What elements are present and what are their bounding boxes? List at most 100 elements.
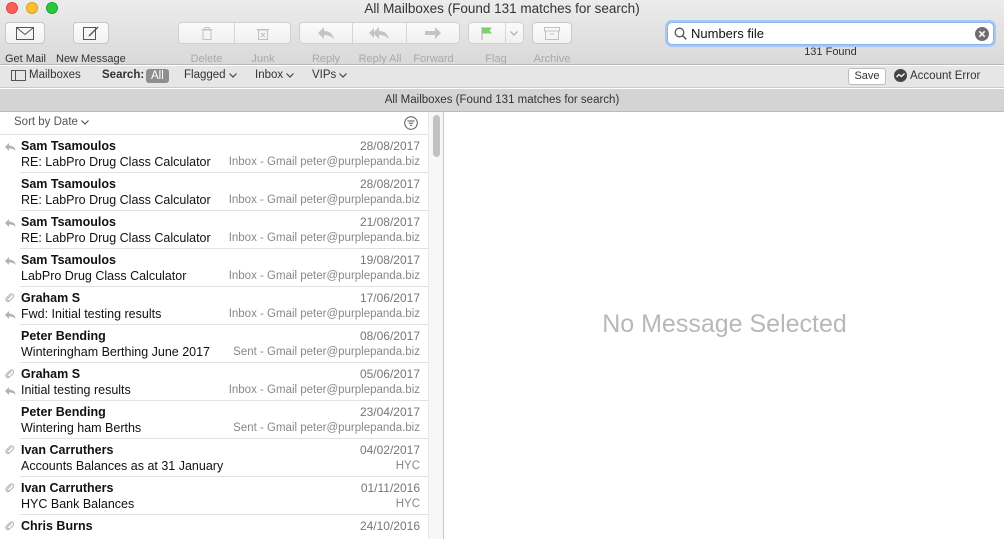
sort-label: Sort by Date bbox=[14, 116, 78, 128]
account-error-button[interactable]: Account Error bbox=[894, 69, 980, 82]
new-message-icon-button[interactable] bbox=[73, 22, 110, 44]
message-row[interactable]: Graham S 05/06/2017 Initial testing result… bbox=[0, 363, 428, 401]
message-list: Sort by Date Sam Tsamoulos 28/08/2017 RE: … bbox=[0, 112, 444, 539]
message-subject: RE: LabPro Drug Class Calculator bbox=[21, 155, 211, 169]
delete-button[interactable] bbox=[179, 23, 235, 43]
message-sender: Peter Bending bbox=[21, 329, 106, 343]
flag-icon bbox=[481, 26, 492, 40]
trash-icon bbox=[201, 26, 212, 40]
replied-icon bbox=[5, 254, 16, 268]
message-subject: HYC Bank Balances bbox=[21, 497, 135, 511]
mailboxes-button[interactable]: Mailboxes bbox=[11, 69, 81, 81]
message-list-scrollbar[interactable] bbox=[428, 112, 443, 539]
archive-icon-button[interactable] bbox=[532, 22, 572, 44]
delete-label: Delete bbox=[190, 53, 223, 65]
flag-button[interactable] bbox=[469, 23, 506, 43]
filter-icon[interactable] bbox=[404, 116, 418, 130]
sort-by-date-button[interactable]: Sort by Date bbox=[14, 116, 90, 128]
scope-vips-button[interactable]: VIPs bbox=[312, 69, 348, 81]
message-row[interactable]: Sam Tsamoulos 28/08/2017 RE: LabPro Drug C… bbox=[0, 173, 428, 211]
attachment-icon bbox=[5, 368, 15, 382]
chevron-down-icon bbox=[228, 72, 237, 78]
message-date: 23/04/2017 bbox=[359, 405, 420, 419]
scope-all-button[interactable]: All bbox=[146, 69, 169, 83]
new-message-label: New Message bbox=[56, 53, 126, 65]
message-date: 08/06/2017 bbox=[359, 329, 420, 343]
message-date: 05/06/2017 bbox=[359, 367, 420, 381]
envelope-icon bbox=[16, 26, 35, 40]
search-icon bbox=[674, 27, 687, 40]
message-subject: RE: LabPro Drug Class Calculator bbox=[21, 193, 211, 207]
message-row[interactable]: Sam Tsamoulos 19/08/2017 LabPro Drug Class… bbox=[0, 249, 428, 287]
message-subject: Winteringham Berthing June 2017 bbox=[21, 345, 211, 359]
message-sender: Chris Burns bbox=[21, 519, 93, 533]
message-row[interactable]: Sam Tsamoulos 21/08/2017 RE: LabPro Drug C… bbox=[0, 211, 428, 249]
no-message-selected: No Message Selected bbox=[602, 310, 847, 338]
scope-inbox-label: Inbox bbox=[255, 69, 284, 81]
clear-search-icon[interactable] bbox=[975, 26, 989, 41]
get-mail-button[interactable]: Get Mail bbox=[5, 22, 46, 65]
message-sender: Sam Tsamoulos bbox=[21, 139, 116, 153]
message-sender: Sam Tsamoulos bbox=[21, 177, 116, 191]
message-mailbox: Sent - Gmail peter@purplepanda.biz bbox=[233, 422, 420, 434]
message-subject: Accounts Balances as at 31 January bbox=[21, 459, 224, 473]
replied-icon bbox=[5, 384, 16, 398]
reply-all-label: Reply All bbox=[358, 53, 402, 65]
scope-inbox-button[interactable]: Inbox bbox=[255, 69, 295, 81]
reply-button[interactable] bbox=[300, 23, 354, 43]
forward-button[interactable] bbox=[407, 23, 459, 43]
flag-menu-button[interactable] bbox=[506, 23, 523, 43]
search-scope-label: Search: bbox=[102, 69, 144, 81]
replied-icon bbox=[5, 140, 16, 154]
attachment-icon bbox=[5, 482, 15, 496]
favorites-bar: Mailboxes Search: All Flagged Inbox VIPs… bbox=[0, 66, 1004, 88]
search-scope-text: Search: bbox=[102, 69, 145, 81]
message-date: 17/06/2017 bbox=[359, 291, 420, 305]
message-mailbox: Inbox - Gmail peter@purplepanda.biz bbox=[228, 384, 420, 396]
reply-all-button[interactable] bbox=[353, 23, 407, 43]
message-sender: Peter Bending bbox=[21, 405, 106, 419]
message-mailbox: Inbox - Gmail peter@purplepanda.biz bbox=[228, 232, 420, 244]
reply-all-arrow-icon bbox=[369, 27, 390, 39]
junk-button[interactable] bbox=[235, 23, 290, 43]
reply-arrow-icon bbox=[318, 27, 335, 39]
archive-button[interactable]: Archive bbox=[532, 22, 572, 65]
message-row[interactable]: Graham S 17/06/2017 Fwd: Initial testing r… bbox=[0, 287, 428, 325]
replied-icon bbox=[5, 216, 16, 230]
message-date: 04/02/2017 bbox=[359, 443, 420, 457]
window-title: All Mailboxes (Found 131 matches for sea… bbox=[364, 1, 640, 16]
replied-icon bbox=[5, 308, 16, 322]
scrollbar-thumb[interactable] bbox=[433, 115, 440, 157]
search-found-count: 131 Found bbox=[804, 46, 857, 58]
attachment-icon bbox=[5, 520, 15, 534]
search-field[interactable] bbox=[667, 22, 994, 45]
search-input[interactable] bbox=[687, 26, 975, 41]
scope-vips-label: VIPs bbox=[312, 69, 337, 81]
sort-bar: Sort by Date bbox=[0, 112, 443, 135]
message-sender: Graham S bbox=[21, 291, 81, 305]
message-row[interactable]: Ivan Carruthers 04/02/2017 Accounts Balanc… bbox=[0, 439, 428, 477]
message-mailbox: HYC bbox=[395, 460, 420, 472]
message-mailbox: Inbox - Gmail peter@purplepanda.biz bbox=[228, 270, 420, 282]
message-sender: Sam Tsamoulos bbox=[21, 253, 116, 267]
message-subject: Initial testing results bbox=[21, 383, 131, 397]
message-row[interactable]: Peter Bending 23/04/2017 Wintering ham Ber… bbox=[0, 401, 428, 439]
scope-flagged-button[interactable]: Flagged bbox=[184, 69, 237, 81]
search-results-header: All Mailboxes (Found 131 matches for sea… bbox=[0, 89, 1004, 112]
reply-group: Reply Reply All Forward bbox=[299, 22, 460, 65]
save-search-button[interactable]: Save bbox=[848, 68, 886, 85]
chevron-down-icon bbox=[286, 72, 295, 78]
message-row[interactable]: Peter Bending 08/06/2017 Winteringham Bert… bbox=[0, 325, 428, 363]
message-row[interactable]: Ivan Carruthers 01/11/2016 HYC Bank Balanc… bbox=[0, 477, 428, 515]
message-row[interactable]: Chris Burns 24/10/2016 bbox=[0, 515, 428, 539]
message-row[interactable]: Sam Tsamoulos 28/08/2017 RE: LabPro Drug C… bbox=[0, 135, 428, 173]
reply-label: Reply bbox=[311, 53, 341, 65]
attachment-icon bbox=[5, 444, 15, 458]
compose-icon bbox=[83, 26, 99, 40]
sidebar-icon bbox=[11, 69, 26, 81]
get-mail-icon-button[interactable] bbox=[5, 22, 46, 44]
message-subject: LabPro Drug Class Calculator bbox=[21, 269, 187, 283]
message-date: 28/08/2017 bbox=[359, 139, 420, 153]
message-date: 19/08/2017 bbox=[359, 253, 420, 267]
new-message-button[interactable]: New Message bbox=[56, 22, 126, 65]
